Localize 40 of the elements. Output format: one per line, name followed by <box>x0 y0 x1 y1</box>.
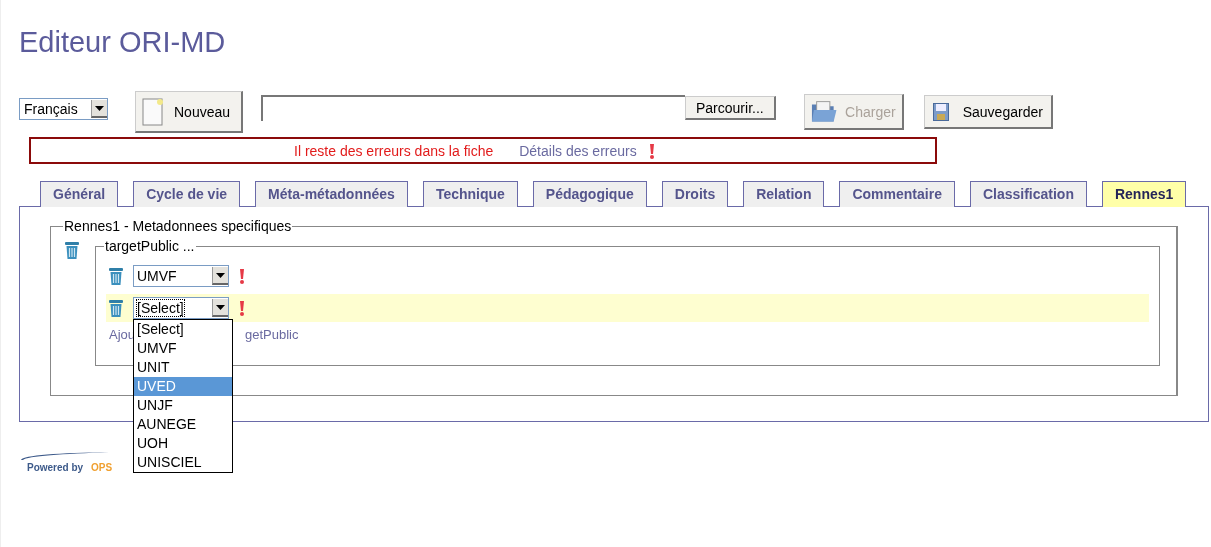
tab[interactable]: Pédagogique <box>532 181 647 207</box>
add-link[interactable]: getPublic <box>245 327 299 342</box>
dropdown-option[interactable]: UMVF <box>134 339 232 358</box>
error-details-link[interactable]: Détails des erreurs <box>519 142 637 159</box>
tab[interactable]: Commentaire <box>839 181 955 207</box>
language-select[interactable]: Français <box>19 98 108 120</box>
save-button[interactable]: Sauvegarder <box>923 95 1053 129</box>
tab[interactable]: Classification <box>969 181 1087 207</box>
caret-icon <box>216 272 225 278</box>
tab[interactable]: Cycle de vie <box>133 181 241 207</box>
dropdown-option[interactable]: [Select] <box>134 320 232 339</box>
tab[interactable]: Relation <box>743 181 825 207</box>
tab[interactable]: Méta-métadonnées <box>255 181 408 207</box>
dropdown-option[interactable]: UNISCIEL <box>134 453 232 472</box>
powered-by-logo[interactable]: Powered by OPS <box>19 452 111 476</box>
value-select[interactable]: [Select] <box>133 297 229 319</box>
dropdown-option[interactable]: AUNEGE <box>134 415 232 434</box>
group-legend: targetPublic ... <box>104 238 196 254</box>
tab[interactable]: Technique <box>422 181 518 207</box>
page-title: Editeur ORI-MD <box>19 26 227 60</box>
dropdown-option[interactable]: UOH <box>134 434 232 453</box>
trash-icon[interactable] <box>65 240 79 260</box>
file-path-field[interactable] <box>261 95 685 121</box>
caret-icon <box>216 304 225 310</box>
trash-icon[interactable] <box>109 298 123 318</box>
browse-button[interactable]: Parcourir... <box>685 96 776 120</box>
folder-icon <box>810 99 838 124</box>
caret-icon <box>95 105 104 111</box>
section-legend: Rennes1 - Metadonnees specifiques <box>63 218 293 234</box>
error-icon <box>648 142 655 159</box>
trash-icon[interactable] <box>109 266 123 286</box>
tab[interactable]: Rennes1 <box>1101 181 1187 207</box>
document-icon <box>142 97 164 126</box>
new-button[interactable]: Nouveau <box>135 91 243 133</box>
dropdown-option[interactable]: UNJF <box>134 396 232 415</box>
tab[interactable]: Droits <box>661 181 729 207</box>
tab[interactable]: Général <box>40 181 119 207</box>
value-select[interactable]: UMVF <box>133 265 229 287</box>
error-message: Il reste des erreurs dans la fiche <box>294 142 494 159</box>
dropdown-option[interactable]: UNIT <box>134 358 232 377</box>
